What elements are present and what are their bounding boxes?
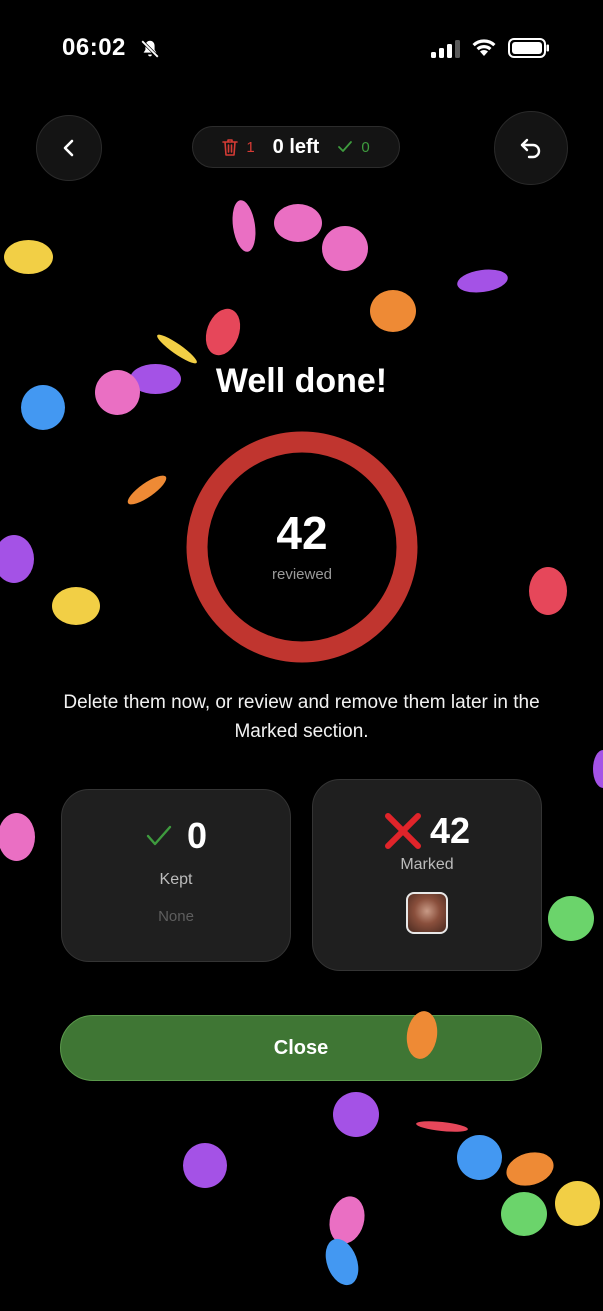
confetti-piece xyxy=(124,471,170,509)
marked-label: Marked xyxy=(400,856,454,873)
confetti-piece xyxy=(548,896,594,941)
confetti-piece xyxy=(502,1147,558,1191)
keep-count-group: 0 xyxy=(337,138,370,156)
instruction-message: Delete them now, or review and remove th… xyxy=(63,692,540,742)
battery-icon xyxy=(508,38,549,58)
review-progress-pill: 1 0 left 0 xyxy=(192,126,400,168)
confetti-piece xyxy=(501,1192,547,1236)
close-button[interactable]: Close xyxy=(60,1015,542,1081)
cellular-signal-icon xyxy=(431,40,460,58)
confetti-piece xyxy=(199,303,247,361)
confetti-piece xyxy=(52,587,100,625)
check-icon xyxy=(338,141,353,152)
reviewed-count: 42 xyxy=(276,507,328,559)
check-icon xyxy=(146,825,172,846)
remaining-label: 0 left xyxy=(272,135,320,158)
confetti-piece xyxy=(0,535,34,583)
chevron-left-icon xyxy=(63,139,74,157)
confetti-piece xyxy=(0,813,35,861)
bell-slash-icon xyxy=(140,39,160,59)
confetti-piece xyxy=(322,226,368,271)
confetti-piece xyxy=(319,1234,365,1290)
kept-card[interactable]: 0 Kept None xyxy=(61,789,291,962)
page-title: Well done! xyxy=(215,362,388,400)
confetti-piece xyxy=(333,1092,379,1137)
reviewed-label: reviewed xyxy=(271,566,333,583)
confetti-piece xyxy=(415,1119,469,1134)
kept-label: Kept xyxy=(159,871,193,888)
back-button[interactable] xyxy=(36,115,102,181)
confetti-piece xyxy=(455,266,510,296)
delete-count-group: 1 xyxy=(222,138,255,156)
trash-icon xyxy=(222,139,239,156)
kept-empty-label: None xyxy=(158,908,194,925)
x-mark-icon xyxy=(384,813,421,849)
confetti-piece xyxy=(555,1181,600,1226)
confetti-piece xyxy=(529,567,567,615)
confetti-piece xyxy=(457,1135,502,1180)
status-time: 06:02 xyxy=(62,34,126,61)
photo-thumbnail[interactable] xyxy=(406,892,448,934)
confetti-piece xyxy=(370,290,416,332)
confetti-piece xyxy=(4,240,53,274)
delete-count: 1 xyxy=(246,138,255,156)
confetti-piece xyxy=(274,204,322,242)
undo-arrow-icon xyxy=(520,138,541,159)
wifi-icon xyxy=(472,39,496,56)
confetti-piece xyxy=(183,1143,227,1188)
confetti-piece xyxy=(593,750,603,788)
kept-count: 0 xyxy=(186,815,208,856)
confetti-piece xyxy=(229,198,259,254)
undo-button[interactable] xyxy=(494,111,568,185)
marked-card[interactable]: 42 Marked xyxy=(312,779,542,971)
keep-count: 0 xyxy=(361,138,370,156)
marked-count: 42 xyxy=(429,810,471,851)
